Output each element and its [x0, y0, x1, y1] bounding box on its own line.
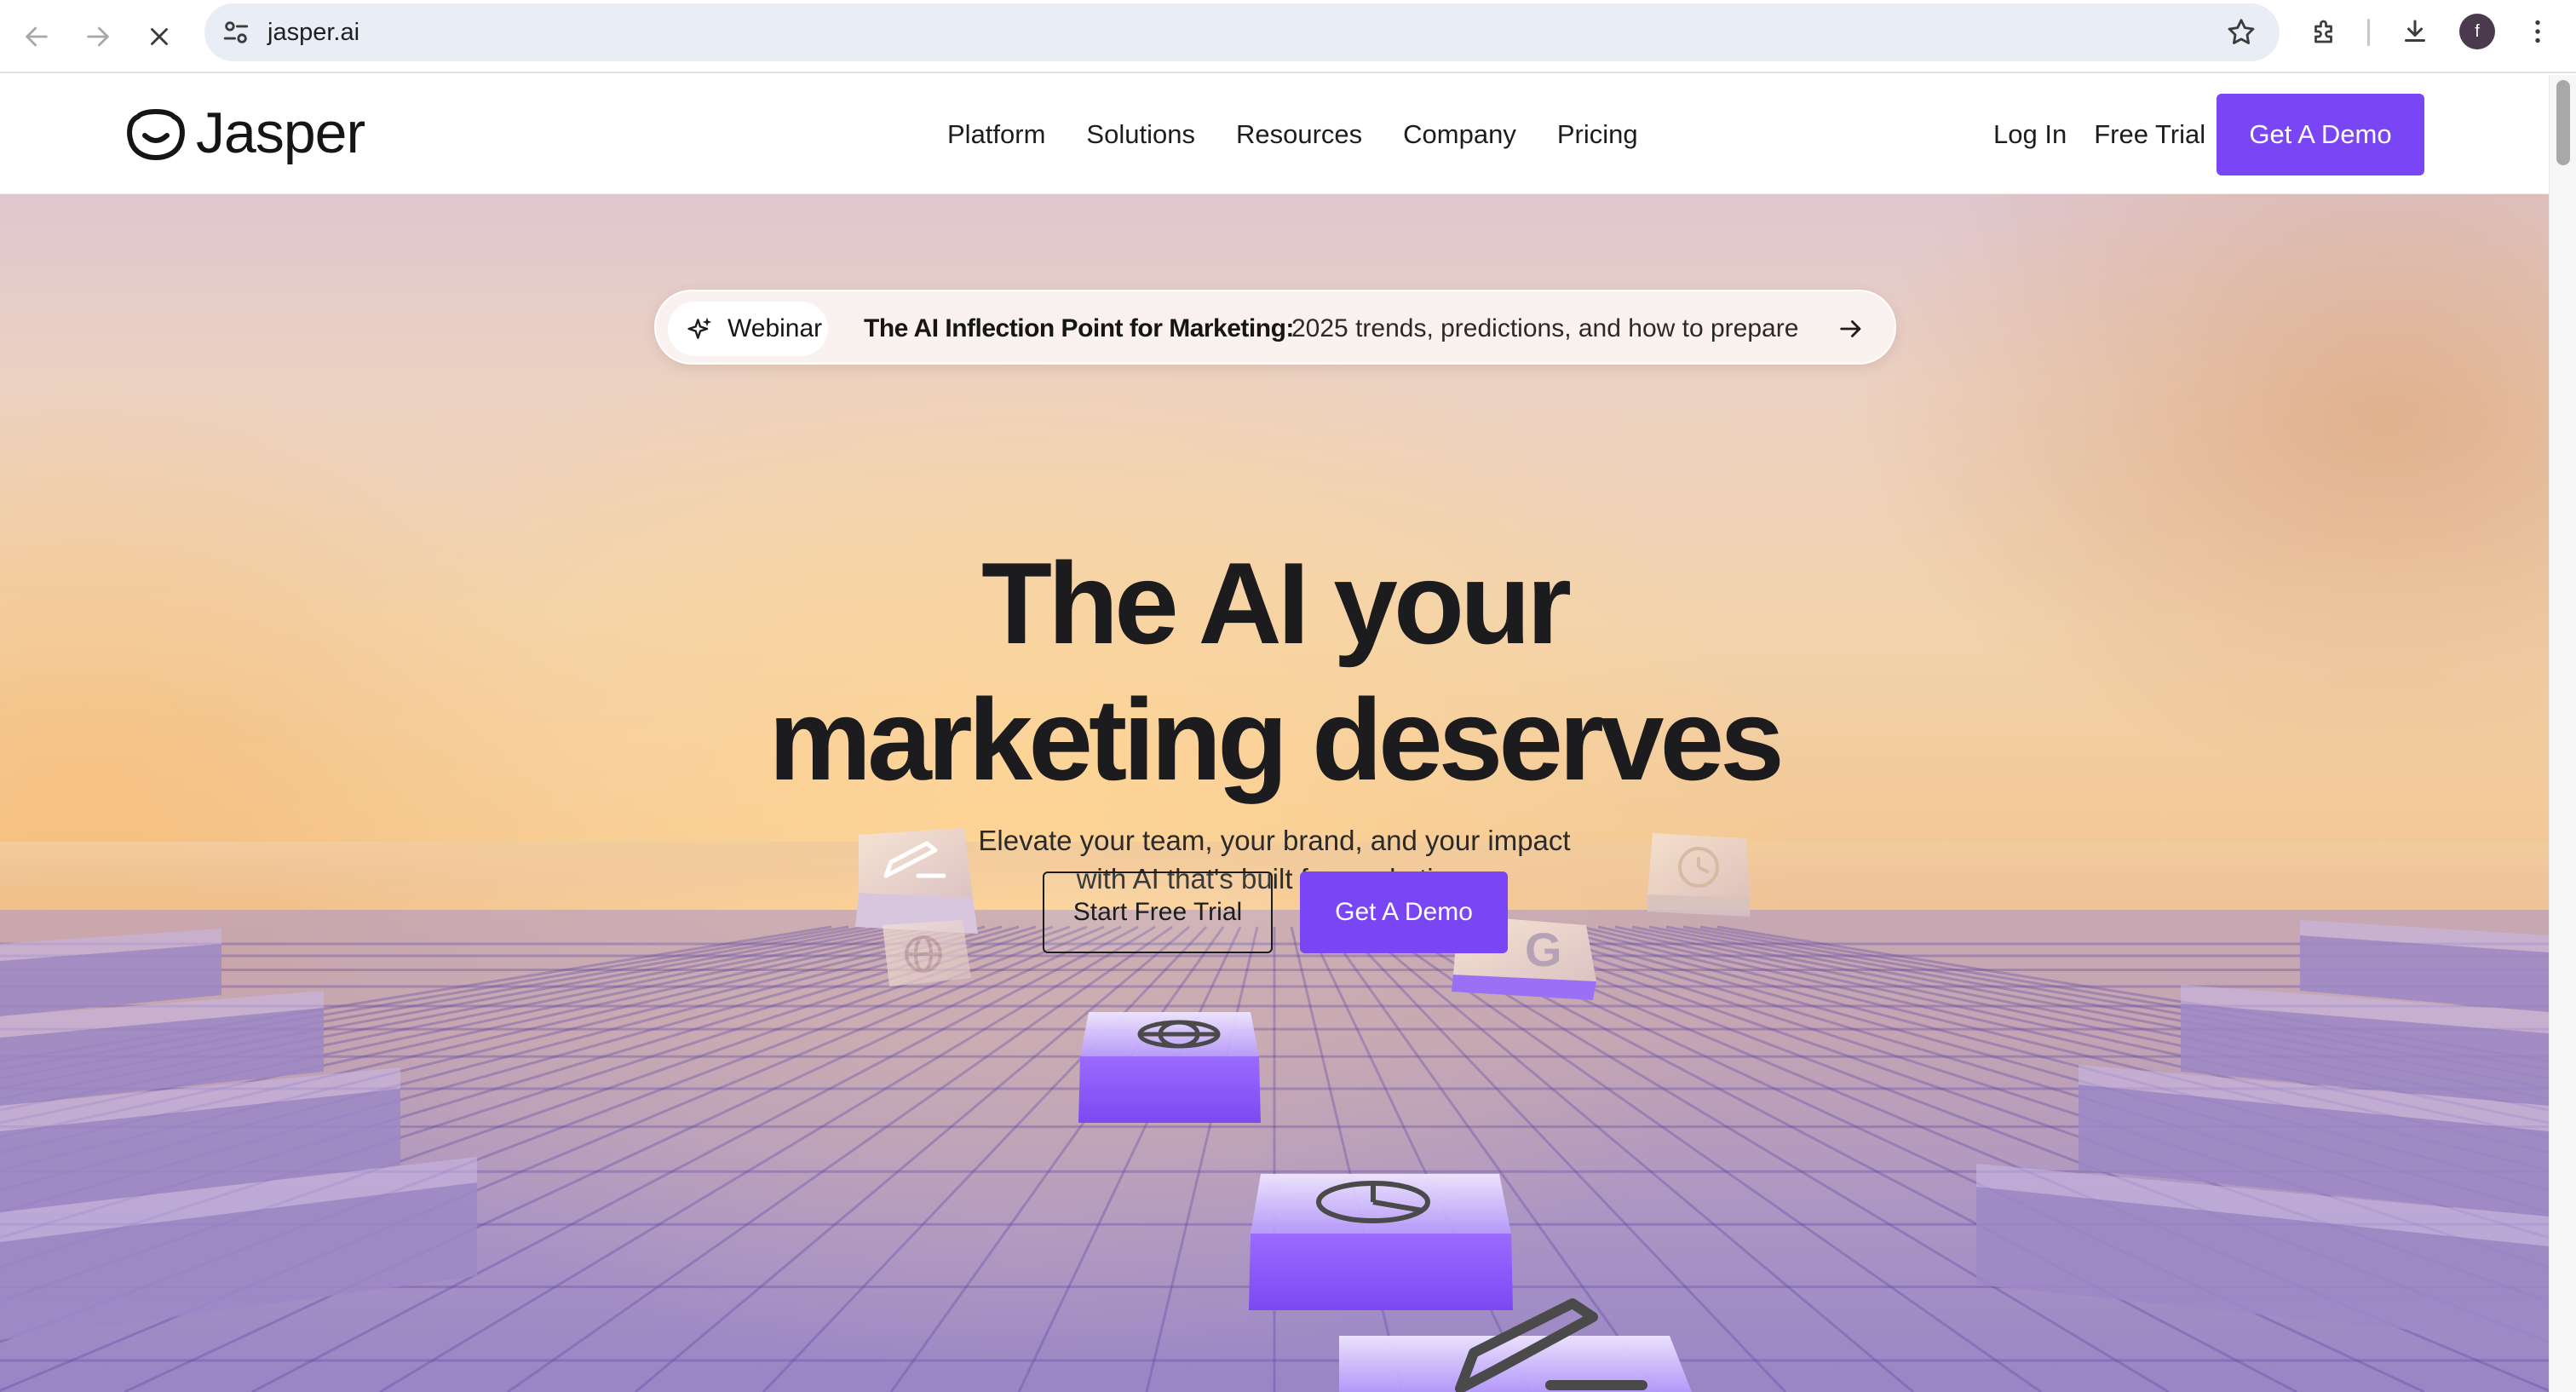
more-vert-icon	[2535, 20, 2540, 43]
extensions-button[interactable]	[2305, 12, 2344, 51]
logo-text: Jasper	[196, 101, 365, 165]
bookmark-star-icon[interactable]	[2225, 16, 2257, 49]
g-letter-icon: G	[1525, 923, 1562, 976]
toolbar-divider	[2367, 19, 2370, 46]
site-header: Jasper Platform Solutions Resources Comp…	[0, 75, 2549, 194]
floating-globe-tile	[883, 920, 971, 986]
floor-chart-tile	[1249, 1174, 1513, 1310]
hero-get-demo-button[interactable]: Get A Demo	[1300, 871, 1508, 953]
page-viewport: Jasper Platform Solutions Resources Comp…	[0, 75, 2549, 1392]
webinar-title: The AI Inflection Point for Marketing:	[864, 314, 1294, 342]
address-bar[interactable]: jasper.ai	[204, 3, 2280, 61]
sparkle-icon	[687, 317, 712, 339]
free-trial-link[interactable]: Free Trial	[2094, 119, 2205, 150]
arrow-right-icon[interactable]	[1837, 314, 1866, 343]
nav-resources[interactable]: Resources	[1236, 119, 1362, 150]
webinar-banner[interactable]: Webinar The AI Inflection Point for Mark…	[654, 290, 1896, 365]
login-link[interactable]: Log In	[1993, 119, 2067, 150]
browser-toolbar: jasper.ai f	[0, 0, 2576, 73]
browser-menu-button[interactable]	[2518, 12, 2557, 51]
jasper-logo-icon	[127, 109, 185, 160]
hero-subhead: Elevate your team, your brand, and your …	[0, 821, 2549, 898]
subhead-line-2: with AI that's built for marketing.	[1076, 863, 1473, 894]
jasper-logo[interactable]: Jasper	[124, 104, 365, 162]
extensions-icon	[2314, 20, 2332, 43]
get-demo-button[interactable]: Get A Demo	[2217, 94, 2424, 175]
scrollbar-thumb[interactable]	[2556, 80, 2570, 165]
hero-headline: The AI your marketing deserves	[0, 535, 2549, 808]
auth-links: Log In Free Trial	[1993, 75, 2205, 194]
page-scrollbar[interactable]	[2549, 75, 2576, 1392]
url-text[interactable]: jasper.ai	[267, 3, 359, 61]
subhead-line-1: Elevate your team, your brand, and your …	[978, 825, 1571, 856]
forward-arrow-icon	[87, 26, 109, 47]
nav-solutions[interactable]: Solutions	[1086, 119, 1195, 150]
headline-line-2: marketing deserves	[768, 675, 1785, 804]
site-settings-icon[interactable]	[221, 18, 250, 47]
main-nav: Platform Solutions Resources Company Pri…	[947, 75, 1679, 194]
stop-loading-button[interactable]	[136, 14, 182, 60]
webinar-badge: Webinar	[668, 302, 828, 356]
webinar-description: 2025 trends, predictions, and how to pre…	[1291, 314, 1799, 342]
stop-loading-icon	[151, 28, 168, 45]
profile-avatar[interactable]: f	[2459, 14, 2495, 49]
download-icon	[2405, 20, 2425, 42]
hero-section: G Webinar The AI Inflection Point for Ma…	[0, 194, 2549, 1392]
nav-pricing[interactable]: Pricing	[1557, 119, 1638, 150]
headline-line-1: The AI your	[980, 538, 1572, 668]
webinar-label: Webinar	[727, 314, 823, 342]
downloads-button[interactable]	[2395, 12, 2435, 51]
start-free-trial-button[interactable]: Start Free Trial	[1043, 871, 1273, 953]
forward-button[interactable]	[75, 14, 121, 60]
nav-platform[interactable]: Platform	[947, 119, 1045, 150]
back-arrow-icon	[26, 26, 48, 47]
back-button[interactable]	[14, 14, 60, 60]
nav-company[interactable]: Company	[1403, 119, 1516, 150]
